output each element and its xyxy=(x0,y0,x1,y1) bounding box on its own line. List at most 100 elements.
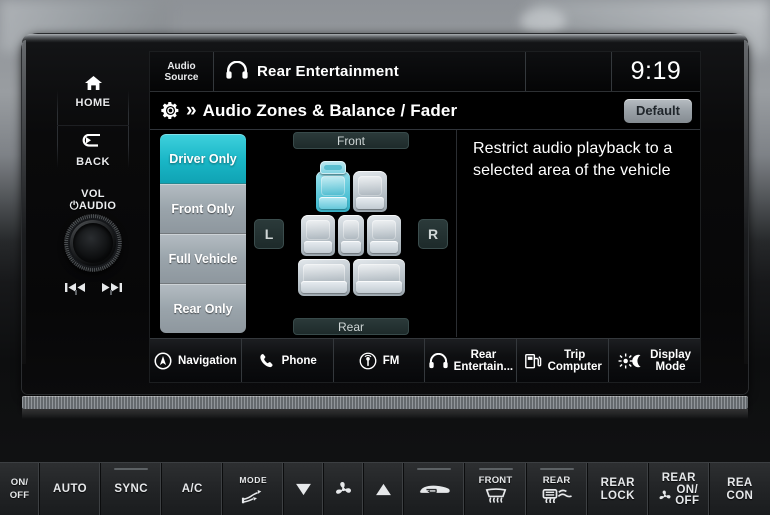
seat-row-2 xyxy=(297,215,405,256)
climate-button-mode[interactable]: MODE xyxy=(223,463,285,515)
climate-label-line1: REA xyxy=(727,476,753,489)
climate-button-fan-down[interactable] xyxy=(284,463,325,515)
home-button-label: HOME xyxy=(75,97,111,109)
climate-onoff-stack: ON/ OFF xyxy=(675,484,699,507)
status-bar: Audio Source Rear Entertainment 9:19 xyxy=(150,52,700,92)
zone-button-driver-only[interactable]: Driver Only xyxy=(160,134,246,184)
climate-button-fan-up[interactable] xyxy=(364,463,405,515)
source-label-line2: Entertain... xyxy=(453,360,514,373)
source-label-line1: Display xyxy=(650,348,692,361)
volume-label-top: VOL xyxy=(81,188,105,200)
climate-led-indicator xyxy=(539,468,574,470)
dashboard-trim-shadow xyxy=(22,409,748,419)
climate-button-front-defrost[interactable]: FRONT xyxy=(465,463,527,515)
climate-label-line2: CON xyxy=(726,489,754,502)
volume-knob[interactable] xyxy=(64,214,122,272)
fuel-pump-icon xyxy=(524,352,542,370)
climate-label: SYNC xyxy=(114,483,148,495)
triangle-down-icon xyxy=(295,483,312,496)
source-label-line1: Trip xyxy=(564,348,586,361)
climate-button-rear-lock[interactable]: REAR LOCK xyxy=(587,463,649,515)
seat-second-row-left[interactable] xyxy=(301,215,335,256)
home-button[interactable]: HOME xyxy=(57,68,129,117)
seat-row-3 xyxy=(297,259,405,296)
screen-body: Driver Only Front Only Full Vehicle Rear… xyxy=(150,130,700,337)
infotainment-screen: Audio Source Rear Entertainment 9:19 » A… xyxy=(150,52,700,382)
bezel-right-gloss xyxy=(744,40,748,364)
screen-title-bar: » Audio Zones & Balance / Fader Default xyxy=(150,92,700,130)
source-label: Navigation xyxy=(178,354,237,367)
default-button[interactable]: Default xyxy=(623,98,692,123)
climate-label: FRONT xyxy=(478,475,513,486)
audio-source-button[interactable]: Audio Source xyxy=(150,52,214,91)
gear-icon[interactable] xyxy=(160,100,181,121)
source-label-line1: Rear xyxy=(470,348,497,361)
seat-driver[interactable] xyxy=(315,161,350,212)
source-label: Rear Entertain... xyxy=(454,349,513,373)
windshield-highlight xyxy=(520,8,566,34)
steering-wheel-icon xyxy=(319,161,346,174)
volume-knob-knurling xyxy=(64,214,122,272)
back-arrow-icon xyxy=(57,134,129,151)
front-zone-button[interactable]: Front xyxy=(293,132,409,149)
headphones-icon xyxy=(429,352,448,369)
power-icon: ⏻ xyxy=(69,200,79,212)
page-title: Audio Zones & Balance / Fader xyxy=(202,100,458,120)
climate-label-line1: REAR xyxy=(661,471,696,484)
bezel-left-gloss xyxy=(22,40,26,364)
source-button-rear-entertainment[interactable]: Rear Entertain... xyxy=(425,339,518,382)
brightness-day-night-icon xyxy=(618,353,644,369)
seat-second-row-right[interactable] xyxy=(367,215,401,256)
climate-button-rear-on-off[interactable]: REAR ON/ OFF xyxy=(648,463,710,515)
climate-fan-indicator xyxy=(324,463,365,515)
fan-icon xyxy=(334,480,353,499)
screenshot-root: HOME BACK VOL ⏻AUDIO Audio Source Rear E… xyxy=(0,0,770,515)
seek-button-row xyxy=(50,283,136,292)
seek-previous-button[interactable] xyxy=(64,283,87,292)
right-balance-button[interactable]: R xyxy=(418,218,448,249)
front-defrost-icon xyxy=(484,488,508,503)
climate-button-sync[interactable]: SYNC xyxy=(101,463,163,515)
recirculation-car-icon xyxy=(418,481,451,497)
now-playing-area[interactable]: Rear Entertainment xyxy=(214,52,526,91)
climate-button-rear-defrost[interactable]: REAR xyxy=(526,463,588,515)
seat-front-passenger[interactable] xyxy=(352,171,387,212)
left-balance-button[interactable]: L xyxy=(254,218,284,249)
volume-control-group: VOL ⏻AUDIO xyxy=(50,188,136,272)
zone-button-full-vehicle[interactable]: Full Vehicle xyxy=(160,234,246,284)
climate-button-rear-control[interactable]: REA CON xyxy=(709,463,770,515)
climate-label: MODE xyxy=(239,475,268,485)
source-button-trip-computer[interactable]: Trip Computer xyxy=(517,339,610,382)
headphones-icon xyxy=(226,60,248,83)
rear-zone-button[interactable]: Rear xyxy=(293,318,409,335)
fan-icon xyxy=(658,489,672,503)
source-button-fm[interactable]: FM xyxy=(334,339,426,382)
climate-button-ac[interactable]: A/C xyxy=(162,463,224,515)
source-label-line2: Computer xyxy=(547,360,602,373)
seat-second-row-middle[interactable] xyxy=(338,215,364,256)
back-button-label: BACK xyxy=(76,156,110,168)
climate-led-indicator xyxy=(417,468,452,470)
seat-third-row-right[interactable] xyxy=(352,259,405,296)
chevron-right-double-icon: » xyxy=(186,100,197,121)
zone-button-front-only[interactable]: Front Only xyxy=(160,184,246,234)
audio-power-label-row: ⏻AUDIO xyxy=(50,200,136,212)
back-button[interactable]: BACK xyxy=(57,125,129,176)
climate-rear-onoff-row: ON/ OFF xyxy=(658,484,699,507)
zone-label: Front Only xyxy=(171,201,235,216)
source-button-phone[interactable]: Phone xyxy=(242,339,334,382)
zone-label: Full Vehicle xyxy=(168,251,238,266)
climate-label-line1: REAR xyxy=(600,476,635,489)
zone-button-rear-only[interactable]: Rear Only xyxy=(160,284,246,333)
source-button-display-mode[interactable]: Display Mode xyxy=(609,339,700,382)
source-label: Trip Computer xyxy=(548,349,602,373)
climate-button-on-off[interactable]: ON/ OFF xyxy=(0,463,40,515)
seek-next-button[interactable] xyxy=(100,283,122,292)
climate-button-auto[interactable]: AUTO xyxy=(40,463,102,515)
climate-label-line2: LOCK xyxy=(600,489,635,502)
rear-defrost-icon xyxy=(542,488,572,503)
status-bar-spacer xyxy=(526,52,612,91)
source-button-navigation[interactable]: Navigation xyxy=(150,339,242,382)
seat-third-row-left[interactable] xyxy=(297,259,350,296)
climate-button-recirculate[interactable] xyxy=(404,463,466,515)
